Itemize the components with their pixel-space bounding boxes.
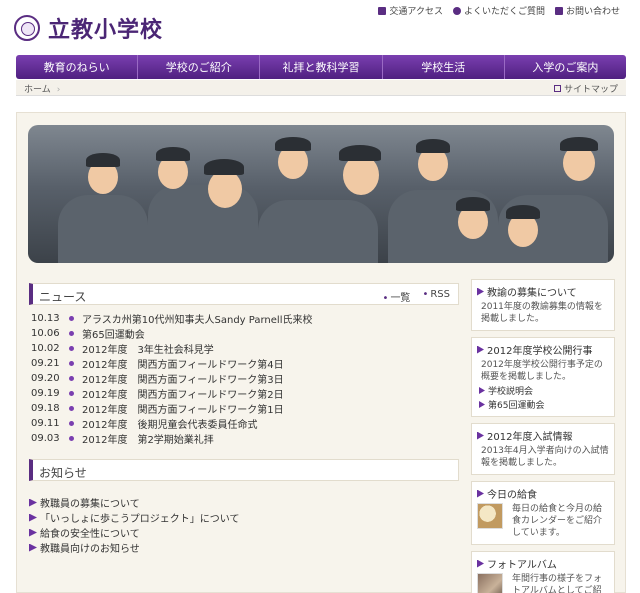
arrow-icon: [29, 498, 37, 507]
school-seal-icon: [14, 15, 40, 41]
news-item[interactable]: 09.21 2012年度 関西方面フィールドワーク第4日: [31, 356, 461, 371]
notice-title: お知らせ: [39, 466, 87, 480]
notice-item[interactable]: 給食の安全性について: [29, 525, 459, 540]
news-item[interactable]: 09.19 2012年度 関西方面フィールドワーク第2日: [31, 386, 461, 401]
lunch-thumbnail[interactable]: [477, 503, 503, 529]
utility-links: 交通アクセス よくいただくご質問 お問い合わせ: [378, 4, 620, 17]
bullet-icon: [69, 346, 74, 351]
school-logo[interactable]: 立教小学校: [14, 12, 163, 44]
recruit-link[interactable]: 教諭の募集について: [477, 284, 609, 299]
news-item[interactable]: 10.06 第65回運動会: [31, 326, 461, 341]
sidebar-recruit: 教諭の募集について 2011年度の教諭募集の情報を掲載しました。: [471, 279, 615, 331]
bullet-icon: [69, 421, 74, 426]
album-thumbnail[interactable]: [477, 573, 503, 593]
notice-item[interactable]: 教職員の募集について: [29, 495, 459, 510]
news-item[interactable]: 09.11 2012年度 後期児童会代表委員任命式: [31, 416, 461, 431]
contact-link[interactable]: お問い合わせ: [554, 4, 620, 17]
nav-school-life[interactable]: 学校生活: [383, 55, 505, 79]
main-content: ニュース 一覧 RSS 10.13アラスカ州第10代州知事夫人Sandy Par…: [16, 112, 626, 593]
sidebar-lunch: 今日の給食 毎日の給食と今月の給食カレンダーをご紹介しています。: [471, 481, 615, 545]
news-item[interactable]: 10.13 アラスカ州第10代州知事夫人Sandy Parnell氏来校: [31, 311, 461, 326]
arrow-icon: [477, 431, 484, 440]
nav-admission[interactable]: 入学のご案内: [505, 55, 626, 79]
arrow-icon: [477, 287, 484, 296]
global-nav: 教育のねらい 学校のご紹介 礼拝と教科学習 学校生活 入学のご案内: [16, 55, 626, 79]
bullet-icon: [69, 376, 74, 381]
sidebar-album: フォトアルバム 年間行事の様子をフォトアルバムとしてご紹介しています。: [471, 551, 615, 593]
sidebar-admission: 2012年度入試情報 2013年4月入学者向けの入試情報を掲載しました。: [471, 423, 615, 475]
sports-day-link[interactable]: 第65回運動会: [477, 398, 609, 411]
access-link[interactable]: 交通アクセス: [378, 4, 443, 17]
info-session-link[interactable]: 学校説明会: [477, 384, 609, 397]
news-title: ニュース: [39, 290, 87, 304]
notice-item[interactable]: 「いっしょに歩こうプロジェクト」について: [29, 510, 459, 525]
news-item[interactable]: 09.20 2012年度 関西方面フィールドワーク第3日: [31, 371, 461, 386]
arrow-icon: [29, 513, 37, 522]
arrow-icon: [477, 489, 484, 498]
bullet-icon: [69, 406, 74, 411]
admission-link[interactable]: 2012年度入試情報: [477, 428, 609, 443]
bullet-icon: [69, 331, 74, 336]
mail-icon: [554, 6, 563, 15]
news-list: 10.13 アラスカ州第10代州知事夫人Sandy Parnell氏来校 10.0…: [31, 311, 461, 446]
site-header: 立教小学校 交通アクセス よくいただくご質問 お問い合わせ: [0, 0, 640, 52]
events-link[interactable]: 2012年度学校公開行事: [477, 342, 609, 357]
nav-school-intro[interactable]: 学校のご紹介: [138, 55, 261, 79]
breadcrumb-home[interactable]: ホーム: [24, 82, 60, 95]
bullet-icon: [69, 361, 74, 366]
bullet-icon: [69, 391, 74, 396]
notice-item[interactable]: 教職員向けのお知らせ: [29, 540, 459, 555]
arrow-icon: [479, 401, 485, 408]
arrow-icon: [479, 387, 485, 394]
arrow-icon: [477, 559, 484, 568]
bullet-icon: [69, 436, 74, 441]
sidebar: 教諭の募集について 2011年度の教諭募集の情報を掲載しました。 2012年度学…: [471, 279, 615, 593]
train-icon: [378, 6, 387, 15]
bullet-icon: [69, 316, 74, 321]
news-list-link[interactable]: 一覧: [383, 289, 410, 304]
news-item[interactable]: 09.18 2012年度 関西方面フィールドワーク第1日: [31, 401, 461, 416]
album-link[interactable]: フォトアルバム: [477, 556, 609, 571]
sidebar-events: 2012年度学校公開行事 2012年度学校公開行事予定の概要を掲載しました。 学…: [471, 337, 615, 417]
school-name: 立教小学校: [48, 18, 164, 43]
news-header: ニュース 一覧 RSS: [29, 283, 459, 305]
notice-header: お知らせ: [29, 459, 459, 481]
question-icon: [452, 6, 461, 15]
breadcrumb: ホーム サイトマップ: [16, 80, 626, 96]
news-rss-link[interactable]: RSS: [422, 289, 450, 304]
lunch-link[interactable]: 今日の給食: [477, 486, 609, 501]
arrow-icon: [29, 528, 37, 537]
sitemap-icon: [553, 85, 561, 92]
faq-link[interactable]: よくいただくご質問: [452, 4, 545, 17]
nav-worship-study[interactable]: 礼拝と教科学習: [260, 55, 383, 79]
sitemap-link[interactable]: サイトマップ: [553, 82, 618, 95]
notice-list: 教職員の募集について 「いっしょに歩こうプロジェクト」について 給食の安全性につ…: [29, 495, 459, 555]
news-item[interactable]: 09.03 2012年度 第2学期始業礼拝: [31, 431, 461, 446]
arrow-icon: [29, 543, 37, 552]
arrow-icon: [477, 345, 484, 354]
hero-photo: [28, 125, 614, 263]
news-item[interactable]: 10.02 2012年度 3年生社会科見学: [31, 341, 461, 356]
nav-education-aims[interactable]: 教育のねらい: [16, 55, 139, 79]
